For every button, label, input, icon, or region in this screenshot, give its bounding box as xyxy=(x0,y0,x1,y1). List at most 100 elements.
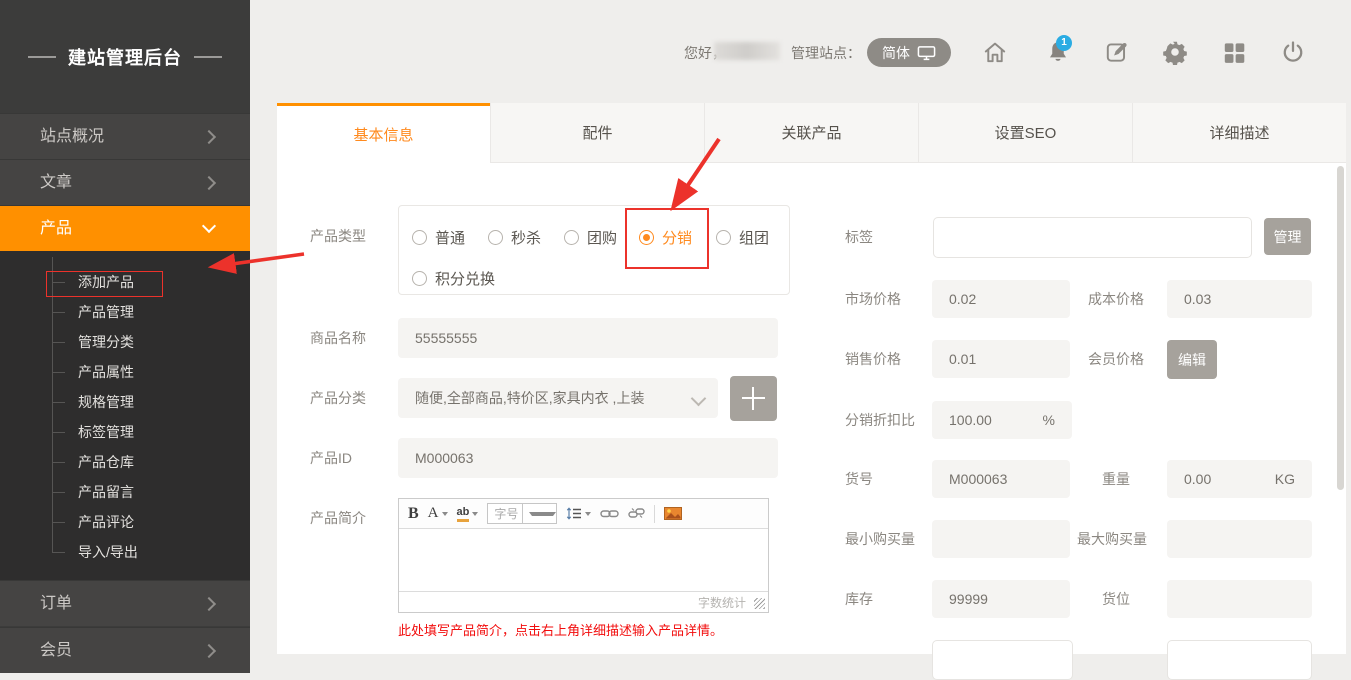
radio-groupbuy[interactable]: 团购 xyxy=(564,227,617,247)
tab-seo[interactable]: 设置SEO xyxy=(918,103,1132,163)
submenu-product-reviews[interactable]: 产品评论 xyxy=(78,507,238,537)
title-dash-left xyxy=(28,56,56,58)
tags-input[interactable] xyxy=(933,217,1252,258)
chevron-right-icon xyxy=(202,644,216,658)
product-type-label: 产品类型 xyxy=(310,216,366,256)
product-category-label: 产品分类 xyxy=(310,378,366,418)
sidebar-item-label: 订单 xyxy=(0,595,72,612)
cost-price-label: 成本价格 xyxy=(1070,280,1162,318)
sidebar-item-articles[interactable]: 文章 xyxy=(0,159,250,205)
kg-suffix: KG xyxy=(1275,460,1295,498)
submenu-category-manage[interactable]: 管理分类 xyxy=(78,327,238,357)
apps-grid-icon[interactable] xyxy=(1221,39,1247,65)
next-row-input-left[interactable] xyxy=(932,640,1073,680)
products-submenu: 添加产品 产品管理 管理分类 产品属性 规格管理 标签管理 产品仓库 产品留言 … xyxy=(0,251,250,580)
unlink-icon[interactable] xyxy=(628,507,645,520)
font-color-button[interactable]: A xyxy=(428,505,448,522)
sidebar-item-label: 会员 xyxy=(0,642,72,659)
word-count-label: 字数统计 xyxy=(698,594,746,611)
sidebar-item-site-overview[interactable]: 站点概况 xyxy=(0,113,250,159)
highlight-button[interactable]: ab xyxy=(457,506,479,522)
sidebar-item-members[interactable]: 会员 xyxy=(0,627,250,673)
home-icon[interactable] xyxy=(982,39,1008,65)
radio-points-exchange[interactable]: 积分兑换 xyxy=(412,268,495,288)
item-number-input[interactable]: M000063 xyxy=(932,460,1070,498)
next-row-input-right[interactable] xyxy=(1167,640,1312,680)
weight-input[interactable]: 0.00 KG xyxy=(1167,460,1312,498)
chevron-down-icon xyxy=(202,219,216,233)
radio-normal[interactable]: 普通 xyxy=(412,227,465,247)
chevron-right-icon xyxy=(202,597,216,611)
sidebar-item-products[interactable]: 产品 xyxy=(0,205,250,251)
bold-icon[interactable]: B xyxy=(408,505,419,523)
intro-helper-note: 此处填写产品简介，点击右上角详细描述输入产品详情。 xyxy=(398,620,723,639)
add-category-button[interactable] xyxy=(730,376,777,421)
language-switch-button[interactable]: 简体 xyxy=(867,38,951,67)
tags-label: 标签 xyxy=(845,217,873,257)
edit-member-price-button[interactable]: 编辑 xyxy=(1167,340,1217,379)
product-id-input[interactable]: M000063 xyxy=(398,438,778,478)
submenu-spec-manage[interactable]: 规格管理 xyxy=(78,387,238,417)
radio-icon xyxy=(564,230,579,245)
manage-site-label: 管理站点： xyxy=(791,43,861,63)
caret-icon xyxy=(442,512,448,516)
submenu-tag-manage[interactable]: 标签管理 xyxy=(78,417,238,447)
app-title-text: 建站管理后台 xyxy=(68,44,182,70)
submenu-product-attrs[interactable]: 产品属性 xyxy=(78,357,238,387)
submenu-import-export[interactable]: 导入/导出 xyxy=(78,537,238,567)
max-purchase-label: 最大购买量 xyxy=(1062,520,1162,558)
editor-content-area[interactable] xyxy=(399,529,768,591)
rich-text-editor[interactable]: B A ab 字号 xyxy=(398,498,769,613)
settings-gear-icon[interactable] xyxy=(1162,39,1188,65)
submenu-product-warehouse[interactable]: 产品仓库 xyxy=(78,447,238,477)
market-price-label: 市场价格 xyxy=(845,280,901,320)
power-icon[interactable] xyxy=(1280,39,1306,65)
distribution-discount-input[interactable]: 100.00 % xyxy=(932,401,1072,439)
radio-seckill[interactable]: 秒杀 xyxy=(488,227,541,247)
caret-icon xyxy=(472,512,478,516)
product-intro-label: 产品简介 xyxy=(310,498,366,538)
product-category-select[interactable]: 随便,全部商品,特价区,家具内衣 ,上装 xyxy=(398,378,718,418)
resize-handle-icon[interactable] xyxy=(754,598,765,609)
line-height-button[interactable] xyxy=(566,507,591,520)
tab-detail-desc[interactable]: 详细描述 xyxy=(1132,103,1346,163)
member-price-label: 会员价格 xyxy=(1070,340,1162,378)
chevron-right-icon xyxy=(202,130,216,144)
submenu-product-messages[interactable]: 产品留言 xyxy=(78,477,238,507)
link-icon[interactable] xyxy=(600,508,619,519)
font-size-select[interactable]: 字号 xyxy=(487,503,557,524)
product-name-label: 商品名称 xyxy=(310,318,366,358)
app-title: 建站管理后台 xyxy=(0,44,250,70)
sale-price-input[interactable]: 0.01 xyxy=(932,340,1070,378)
radio-icon xyxy=(488,230,503,245)
stock-input[interactable]: 99999 xyxy=(932,580,1070,618)
compose-icon[interactable] xyxy=(1104,39,1130,65)
vertical-scrollbar[interactable] xyxy=(1337,166,1344,490)
item-number-label: 货号 xyxy=(845,460,873,500)
tab-basic-info[interactable]: 基本信息 xyxy=(277,103,490,163)
sidebar-item-orders[interactable]: 订单 xyxy=(0,580,250,626)
max-purchase-input[interactable] xyxy=(1167,520,1312,558)
toolbar-divider xyxy=(654,505,655,523)
percent-suffix: % xyxy=(1043,401,1055,439)
product-name-input[interactable]: 55555555 xyxy=(398,318,778,358)
tab-bar: 基本信息 配件 关联产品 设置SEO 详细描述 xyxy=(277,103,1346,163)
notification-badge: 1 xyxy=(1056,35,1072,51)
insert-image-icon[interactable] xyxy=(664,507,682,520)
chevron-right-icon xyxy=(202,176,216,190)
market-price-input[interactable]: 0.02 xyxy=(932,280,1070,318)
annotation-box-add-product xyxy=(46,271,163,297)
submenu-product-manage[interactable]: 产品管理 xyxy=(78,297,238,327)
manage-tags-button[interactable]: 管理 xyxy=(1264,218,1311,255)
min-purchase-label: 最小购买量 xyxy=(845,520,915,560)
radio-team[interactable]: 组团 xyxy=(716,227,769,247)
min-purchase-input[interactable] xyxy=(932,520,1070,558)
title-dash-right xyxy=(194,56,222,58)
tab-accessories[interactable]: 配件 xyxy=(490,103,704,163)
annotation-box-distribution xyxy=(625,208,709,269)
location-input[interactable] xyxy=(1167,580,1312,618)
tab-related-products[interactable]: 关联产品 xyxy=(704,103,918,163)
sidebar-item-label: 站点概况 xyxy=(0,128,104,145)
cost-price-input[interactable]: 0.03 xyxy=(1167,280,1312,318)
sale-price-label: 销售价格 xyxy=(845,340,901,380)
